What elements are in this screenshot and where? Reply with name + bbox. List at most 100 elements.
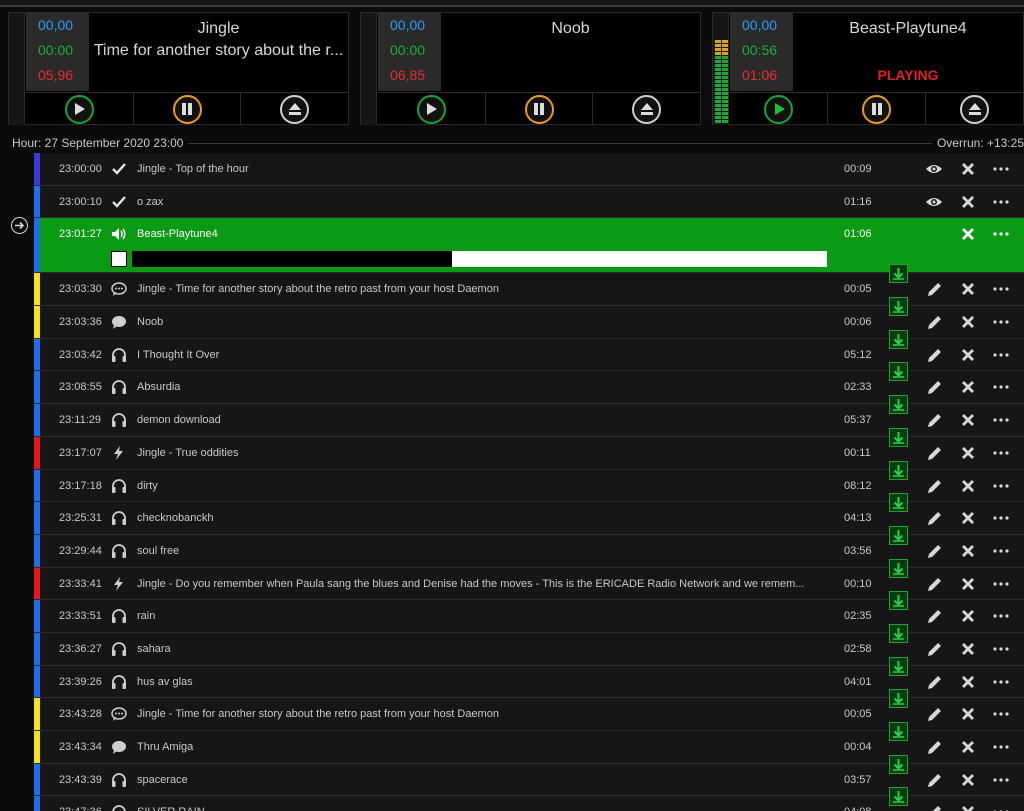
remove-x-icon[interactable] [959,194,977,210]
edit-pencil-icon[interactable] [925,739,943,755]
playlist-row[interactable]: 23:43:28 Jingle - Time for another story … [34,689,1024,731]
playlist-row[interactable]: 23:03:30 Jingle - Time for another story … [34,264,1024,307]
edit-pencil-icon[interactable] [925,804,943,811]
preview-eye-icon[interactable] [925,161,943,177]
playlist-row[interactable]: 23:01:27 Beast-Playtune4 01:06 [34,218,1024,274]
insert-here-arrow-icon[interactable] [889,754,908,774]
insert-here-arrow-icon[interactable] [889,395,908,415]
remove-x-icon[interactable] [959,510,977,526]
playlist-row[interactable]: 23:00:00 Jingle - Top of the hour 00:09 [34,153,1024,186]
edit-pencil-icon[interactable] [925,510,943,526]
play-button[interactable] [730,92,827,125]
insert-here-arrow-icon[interactable] [889,427,908,447]
remove-x-icon[interactable] [959,641,977,657]
eject-button[interactable] [592,92,701,125]
insert-here-arrow-icon[interactable] [889,722,908,741]
playlist-row[interactable]: 23:25:31 checknobanckh 04:13 [34,493,1024,535]
more-options-icon[interactable] [992,739,1010,755]
playlist-row[interactable]: 23:33:41 Jingle - Do you remember when Pa… [34,558,1024,601]
playlist-row[interactable]: 23:08:55 Absurdia 02:33 [34,362,1024,405]
insert-here-arrow-icon[interactable] [889,362,908,382]
more-options-icon[interactable] [992,641,1010,657]
insert-here-arrow-icon[interactable] [889,329,908,349]
insert-here-arrow-icon[interactable] [889,656,908,676]
playlist-row[interactable]: 23:17:18 dirty 08:12 [34,460,1024,503]
more-options-icon[interactable] [992,478,1010,494]
remove-x-icon[interactable] [959,412,977,428]
remove-x-icon[interactable] [959,772,977,788]
insert-here-arrow-icon[interactable] [889,623,908,643]
insert-here-arrow-icon[interactable] [889,525,908,545]
remove-x-icon[interactable] [959,804,977,811]
more-options-icon[interactable] [992,379,1010,395]
insert-here-arrow-icon[interactable] [889,591,908,611]
more-options-icon[interactable] [992,576,1010,592]
remove-x-icon[interactable] [959,347,977,363]
more-options-icon[interactable] [992,226,1010,242]
play-button[interactable] [26,92,133,125]
playlist-row[interactable]: 23:43:39 spacerace 03:57 [34,754,1024,797]
edit-pencil-icon[interactable] [925,674,943,690]
more-options-icon[interactable] [992,804,1010,811]
remove-x-icon[interactable] [959,478,977,494]
edit-pencil-icon[interactable] [925,543,943,559]
playlist-row[interactable]: 23:43:34 Thru Amiga 00:04 [34,722,1024,764]
insert-here-arrow-icon[interactable] [889,787,908,807]
playlist-row[interactable]: 23:17:07 Jingle - True oddities 00:11 [34,427,1024,470]
playlist[interactable]: 23:00:00 Jingle - Top of the hour 00:09 23:… [34,153,1024,811]
remove-x-icon[interactable] [959,543,977,559]
insert-here-arrow-icon[interactable] [889,297,908,317]
preview-eye-icon[interactable] [925,194,943,210]
playlist-row[interactable]: 23:47:36 SILVER RAIN 04:08 [34,787,1024,811]
playlist-row[interactable]: 23:33:51 rain 02:35 [34,591,1024,633]
edit-pencil-icon[interactable] [925,478,943,494]
eject-button[interactable] [925,92,1023,125]
more-options-icon[interactable] [992,543,1010,559]
more-options-icon[interactable] [992,445,1010,461]
insert-here-arrow-icon[interactable] [889,493,908,513]
insert-here-arrow-icon[interactable] [889,264,908,284]
remove-x-icon[interactable] [959,314,977,330]
remove-x-icon[interactable] [959,379,977,395]
edit-pencil-icon[interactable] [925,608,943,624]
playlist-row[interactable]: 23:03:42 I Thought It Over 05:12 [34,329,1024,372]
pause-button[interactable] [132,92,241,125]
edit-pencil-icon[interactable] [925,641,943,657]
more-options-icon[interactable] [992,674,1010,690]
playlist-row[interactable]: 23:03:36 Noob 00:06 [34,297,1024,339]
insert-here-arrow-icon[interactable] [889,460,908,480]
current-position-icon[interactable] [11,217,28,234]
edit-pencil-icon[interactable] [925,281,943,297]
remove-x-icon[interactable] [959,706,977,722]
edit-pencil-icon[interactable] [925,445,943,461]
more-options-icon[interactable] [992,772,1010,788]
more-options-icon[interactable] [992,281,1010,297]
edit-pencil-icon[interactable] [925,314,943,330]
playlist-row[interactable]: 23:00:10 o zax 01:16 [34,185,1024,219]
more-options-icon[interactable] [992,194,1010,210]
playlist-row[interactable]: 23:36:27 sahara 02:58 [34,623,1024,666]
remove-x-icon[interactable] [959,739,977,755]
more-options-icon[interactable] [992,161,1010,177]
more-options-icon[interactable] [992,608,1010,624]
remove-x-icon[interactable] [959,226,977,242]
remove-x-icon[interactable] [959,576,977,592]
remove-x-icon[interactable] [959,608,977,624]
edit-pencil-icon[interactable] [925,347,943,363]
pause-button[interactable] [484,92,593,125]
remove-x-icon[interactable] [959,674,977,690]
playlist-row[interactable]: 23:39:26 hus av glas 04:01 [34,656,1024,699]
remove-x-icon[interactable] [959,161,977,177]
edit-pencil-icon[interactable] [925,379,943,395]
edit-pencil-icon[interactable] [925,772,943,788]
more-options-icon[interactable] [992,510,1010,526]
playlist-row[interactable]: 23:29:44 soul free 03:56 [34,525,1024,568]
more-options-icon[interactable] [992,314,1010,330]
insert-here-arrow-icon[interactable] [889,689,908,709]
more-options-icon[interactable] [992,412,1010,428]
pause-button[interactable] [827,92,925,125]
play-button[interactable] [378,92,485,125]
edit-pencil-icon[interactable] [925,412,943,428]
remove-x-icon[interactable] [959,445,977,461]
playback-progress-bar[interactable] [132,251,827,268]
